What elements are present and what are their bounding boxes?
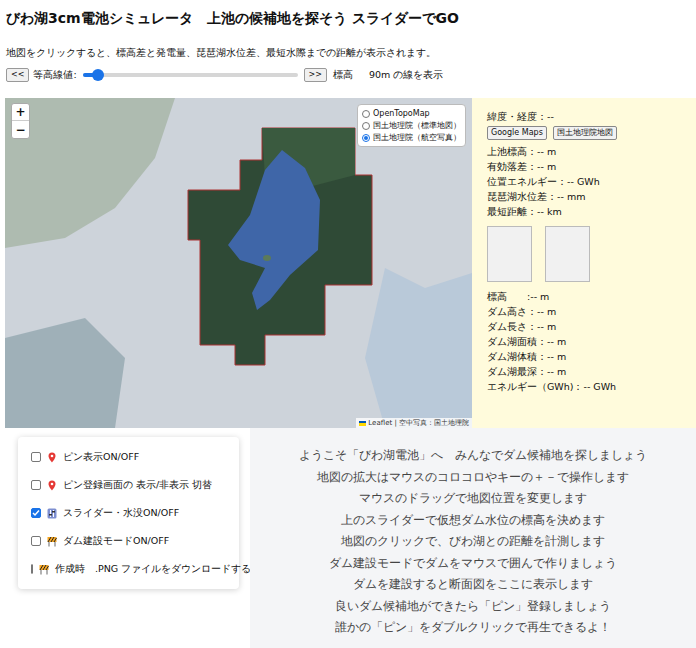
option-row[interactable]: スライダー・水没ON/OFF	[31, 499, 239, 527]
dam-row: ダム高さ：-- m	[487, 304, 696, 319]
option-checkbox[interactable]	[31, 452, 41, 462]
help-line: 誰かの「ピン」をダブルクリックで再生できるよ！	[335, 617, 611, 639]
link-button[interactable]: 国土地理院地図	[553, 126, 617, 140]
attribution-text: Leaflet | 空中写真：国土地理院	[368, 418, 469, 428]
page-subtitle: 地図をクリックすると、標高差と発電量、琵琶湖水位差、最短水際までの距離が表示され…	[6, 47, 696, 59]
pin-icon	[47, 452, 57, 463]
pin-icon	[47, 480, 57, 491]
info-panel: 緯度・経度：-- Google Maps 国土地理院地図上池標高：-- m有効落差：…	[472, 98, 696, 428]
zoom-out-button[interactable]: −	[12, 121, 29, 138]
dam-row: 標高 :-- m	[487, 289, 696, 304]
aerial-photo	[5, 98, 472, 428]
dam-row: ダム湖体積：-- m	[487, 349, 696, 364]
dam-row: ダム湖面積：-- m	[487, 334, 696, 349]
option-row[interactable]: 作成時 .PNG ファイルをダウンロードする	[31, 555, 239, 583]
help-line: 地図のクリックで、びわ湖との距離を計測します	[341, 531, 605, 553]
construction-icon	[39, 564, 49, 575]
construction-icon	[47, 536, 57, 547]
preview-box	[487, 226, 532, 282]
option-label: ピン登録画面の 表示/非表示 切替	[63, 478, 212, 492]
option-label: スライダー・水没ON/OFF	[63, 506, 179, 520]
preview-box	[545, 226, 590, 282]
page-title: びわ湖3cm電池シミュレータ 上池の候補地を探そう スライダーでGO	[6, 9, 696, 27]
bottom-row: ピン表示ON/OFF ピン登録画面の 表示/非表示 切替スライダー・水没ON/OF…	[0, 428, 696, 648]
layer-radio[interactable]	[362, 134, 370, 142]
layer-label: OpenTopoMap	[373, 108, 430, 119]
options-column: ピン表示ON/OFF ピン登録画面の 表示/非表示 切替スライダー・水没ON/OF…	[0, 428, 250, 648]
layer-radio[interactable]	[362, 122, 370, 130]
option-label: ピン表示ON/OFF	[63, 450, 139, 464]
option-checkbox[interactable]	[31, 564, 33, 574]
help-line: 良いダム候補地ができたら「ピン」登録しましょう	[335, 596, 611, 618]
elevation-label: 標高	[333, 68, 353, 82]
slider-thumb[interactable]	[92, 69, 104, 81]
option-label: 作成時 .PNG ファイルをダウンロードする	[55, 562, 251, 576]
radio-dot	[364, 136, 368, 140]
help-line: 地図の拡大はマウスのコロコロやキーの＋－で操作します	[317, 467, 629, 489]
slider-reading: 90m の線を表示	[369, 68, 443, 82]
layer-label: 国土地理院（航空写真）	[373, 132, 461, 143]
help-line: ようこそ「びわ湖電池」へ みんなでダム候補地を探しましょう	[299, 445, 647, 467]
help-line: 上のスライダーで仮想ダム水位の標高を決めます	[341, 510, 605, 532]
contour-slider[interactable]	[83, 73, 298, 77]
layer-option[interactable]: OpenTopoMap	[362, 108, 461, 119]
zoom-in-button[interactable]: +	[12, 104, 29, 121]
slider-row: << 等高線値: >> 標高 90m の線を表示	[6, 67, 696, 83]
latlng: 緯度・経度：--	[487, 109, 696, 124]
preview-boxes	[487, 226, 696, 282]
attribution: Leaflet | 空中写真：国土地理院	[356, 418, 472, 428]
flag-icon	[359, 421, 366, 426]
dam-row: ダム長さ：-- m	[487, 319, 696, 334]
help-line: マウスのドラッグで地図位置を変更します	[359, 488, 587, 510]
option-label: ダム建設モードON/OFF	[63, 534, 169, 548]
layer-label: 国土地理院（標準地図）	[373, 120, 461, 131]
option-checkbox[interactable]	[31, 508, 41, 518]
help-panel: ようこそ「びわ湖電池」へ みんなでダム候補地を探しましょう地図の拡大はマウスのコ…	[250, 428, 696, 648]
link-button[interactable]: Google Maps	[487, 126, 547, 140]
info-row: 琵琶湖水位差：-- mm	[487, 189, 696, 204]
dam-row: エネルギー（GWh)：-- GWh	[487, 379, 696, 394]
options-card: ピン表示ON/OFF ピン登録画面の 表示/非表示 切替スライダー・水没ON/OF…	[18, 437, 239, 589]
prev-button[interactable]: <<	[6, 68, 29, 82]
help-line: ダム建設モードでダムをマウスで囲んで作りましょう	[329, 553, 617, 575]
info-row: 上池標高：-- m	[487, 144, 696, 159]
layer-option[interactable]: 国土地理院（標準地図）	[362, 120, 461, 131]
flag-bottom	[359, 423, 366, 426]
option-row[interactable]: ダム建設モードON/OFF	[31, 527, 239, 555]
option-row[interactable]: ピン表示ON/OFF	[31, 443, 239, 471]
slider-label: 等高線値:	[33, 68, 76, 82]
info-row: 位置エネルギー：-- GWh	[487, 174, 696, 189]
layer-control: OpenTopoMap国土地理院（標準地図）国土地理院（航空写真）	[357, 104, 466, 147]
zoom-control: +−	[11, 103, 30, 139]
option-checkbox[interactable]	[31, 480, 41, 490]
header: びわ湖3cm電池シミュレータ 上池の候補地を探そう スライダーでGO 地図をクリッ…	[0, 0, 696, 98]
info-row: 有効落差：-- m	[487, 159, 696, 174]
dam-row: ダム湖最深：-- m	[487, 364, 696, 379]
next-button[interactable]: >>	[304, 68, 327, 82]
link-buttons: Google Maps 国土地理院地図	[487, 126, 696, 140]
help-line: ダムを建設すると断面図をここに表示します	[353, 574, 593, 596]
slider-icon	[47, 508, 57, 519]
layer-option[interactable]: 国土地理院（航空写真）	[362, 132, 461, 143]
main-row: +− OpenTopoMap国土地理院（標準地図）国土地理院（航空写真） Leafl…	[0, 98, 696, 428]
layer-radio[interactable]	[362, 110, 370, 118]
option-row[interactable]: ピン登録画面の 表示/非表示 切替	[31, 471, 239, 499]
info-row: 最短距離：-- km	[487, 204, 696, 219]
map[interactable]: +− OpenTopoMap国土地理院（標準地図）国土地理院（航空写真） Leafl…	[5, 98, 472, 428]
option-checkbox[interactable]	[31, 536, 41, 546]
